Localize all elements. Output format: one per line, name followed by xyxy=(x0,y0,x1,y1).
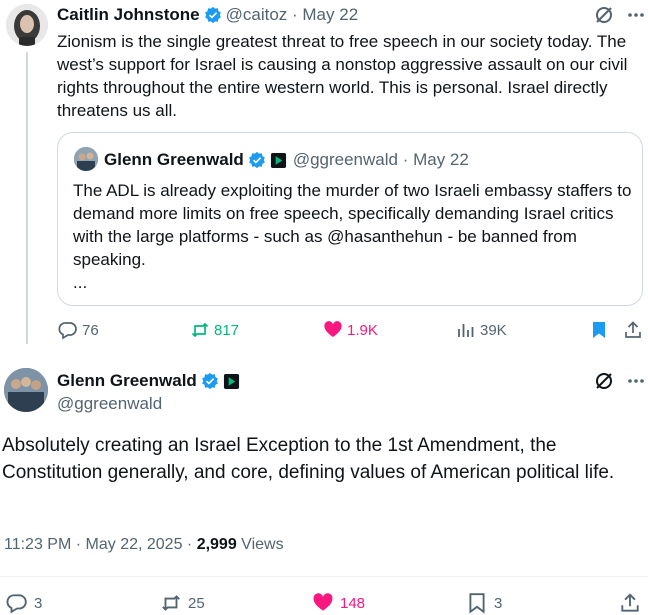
quote-handle-date: @ggreenwald · May 22 xyxy=(292,150,469,169)
reply-icon xyxy=(58,322,77,340)
views-icon xyxy=(458,324,474,337)
share-icon xyxy=(621,593,639,612)
quote-text: The ADL is already exploiting the murder… xyxy=(73,179,638,294)
verified-badge-icon xyxy=(248,151,265,169)
like-icon xyxy=(313,593,333,611)
grok-icon[interactable] xyxy=(594,5,614,25)
avatar-glenn-greenwald-small xyxy=(74,147,98,171)
repost-count: 817 xyxy=(214,321,240,339)
repost-button[interactable]: 817 xyxy=(190,320,239,340)
author-handle[interactable]: @ggreenwald xyxy=(57,394,162,414)
bookmark-button[interactable] xyxy=(589,320,609,340)
quote-header: Glenn Greenwald @ggreenwald · May 22 xyxy=(104,148,469,172)
like-button[interactable]: 148 xyxy=(312,592,365,614)
verified-badge-icon xyxy=(204,6,221,24)
reply-button[interactable]: 76 xyxy=(58,320,99,340)
bookmark-icon xyxy=(469,593,485,614)
quote-body: The ADL is already exploiting the murder… xyxy=(73,181,632,269)
timestamp[interactable]: 11:23 PM · May 22, 2025 · xyxy=(4,536,197,553)
views-label: Views xyxy=(236,536,284,553)
like-button[interactable]: 1.9K xyxy=(323,320,378,340)
like-count: 1.9K xyxy=(347,321,378,339)
reply-button[interactable]: 3 xyxy=(6,592,42,614)
reply-count: 76 xyxy=(82,321,99,339)
share-button[interactable] xyxy=(619,592,641,614)
more-icon[interactable] xyxy=(626,5,646,25)
divider xyxy=(0,576,648,577)
thread-connector-line xyxy=(26,52,28,344)
grok-icon[interactable] xyxy=(594,371,614,391)
like-icon xyxy=(324,321,342,337)
tweet1-header: Caitlin Johnstone @caitoz · May 22 xyxy=(57,3,358,27)
more-icon[interactable] xyxy=(626,371,646,391)
repost-icon xyxy=(191,322,209,338)
premium-square-icon xyxy=(270,152,286,168)
reply-count: 3 xyxy=(34,594,43,612)
tweet1-text: Zionism is the single greatest threat to… xyxy=(57,32,628,120)
verified-badge-icon xyxy=(201,372,218,390)
tweet2-top-icons xyxy=(594,371,646,391)
reply-icon xyxy=(6,594,27,614)
bookmark-button[interactable]: 3 xyxy=(466,592,502,614)
repost-button[interactable]: 25 xyxy=(160,592,205,614)
bookmark-icon xyxy=(593,322,605,338)
share-button[interactable] xyxy=(623,320,643,340)
tweet-metadata: 11:23 PM · May 22, 2025 · 2,999 Views xyxy=(4,536,284,554)
premium-square-icon xyxy=(223,373,239,389)
author-name[interactable]: Caitlin Johnstone xyxy=(57,5,200,25)
repost-count: 25 xyxy=(188,594,205,612)
quote-author-name: Glenn Greenwald xyxy=(104,150,244,169)
author-name[interactable]: Glenn Greenwald xyxy=(57,371,197,391)
author-handle-date[interactable]: @caitoz · May 22 xyxy=(226,5,359,25)
tweet2-text: Absolutely creating an Israel Exception … xyxy=(2,435,615,483)
avatar-glenn-greenwald[interactable] xyxy=(4,368,48,412)
views-count-number: 2,999 xyxy=(196,536,237,553)
views-count: 39K xyxy=(480,321,507,339)
bookmark-count: 3 xyxy=(494,594,503,612)
tweet1-top-icons xyxy=(594,5,646,25)
repost-icon xyxy=(162,595,180,611)
quote-ellipsis: ... xyxy=(73,273,88,292)
like-count: 148 xyxy=(340,594,366,612)
views-button[interactable]: 39K xyxy=(456,320,507,340)
share-icon xyxy=(625,321,641,338)
avatar-caitlin-johnstone[interactable] xyxy=(6,4,48,46)
tweet2-header: Glenn Greenwald xyxy=(57,370,240,392)
